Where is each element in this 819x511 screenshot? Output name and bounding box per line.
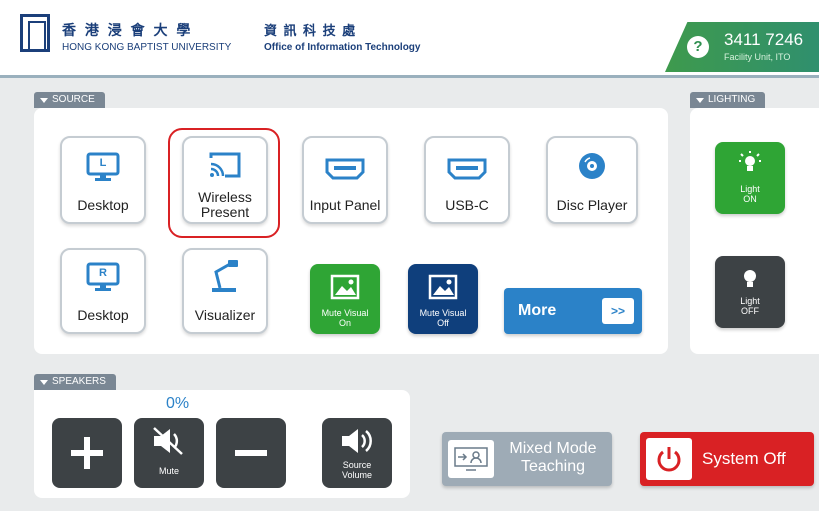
volume-level: 0% bbox=[166, 395, 190, 412]
help-icon[interactable]: ? bbox=[687, 36, 709, 58]
source-desktop-right-label: Desktop bbox=[77, 307, 129, 323]
source-input-panel-label: Input Panel bbox=[309, 197, 381, 213]
lightbulb-off-icon bbox=[744, 270, 756, 287]
university-name-en: HONG KONG BAPTIST UNIVERSITY bbox=[62, 42, 232, 53]
system-off-button[interactable]: System Off bbox=[640, 432, 814, 486]
minus-icon bbox=[235, 450, 267, 456]
visualizer-icon bbox=[212, 260, 238, 292]
mute-button[interactable]: Mute bbox=[134, 418, 204, 488]
source-desktop-right-button[interactable]: R Desktop bbox=[60, 248, 146, 334]
monitor-letter: L bbox=[99, 157, 107, 169]
speakers-tab[interactable]: SPEAKERS bbox=[34, 374, 116, 390]
source-tab[interactable]: SOURCE bbox=[34, 92, 105, 108]
plus-icon bbox=[71, 437, 103, 469]
lighting-tab[interactable]: LIGHTING bbox=[690, 92, 766, 108]
mixed-mode-teaching-button[interactable]: Mixed Mode Teaching bbox=[442, 432, 612, 486]
teaching-icon bbox=[454, 447, 488, 471]
monitor-letter: R bbox=[99, 267, 107, 279]
mute-visual-on-label: Mute Visual On bbox=[321, 308, 369, 328]
power-icon bbox=[657, 447, 681, 472]
source-input-panel-button[interactable]: Input Panel bbox=[302, 136, 388, 224]
volume-up-button[interactable] bbox=[52, 418, 122, 488]
mixed-mode-label: Mixed Mode Teaching bbox=[509, 440, 597, 475]
help-phone-number: 3411 7246 bbox=[724, 30, 804, 49]
source-desktop-left-label: Desktop bbox=[77, 197, 129, 213]
source-volume-label: Source Volume bbox=[341, 460, 373, 480]
source-usb-c-label: USB-C bbox=[445, 197, 489, 213]
speaker-icon bbox=[342, 429, 372, 453]
highlight-ring bbox=[168, 128, 280, 238]
hdmi-icon bbox=[325, 158, 365, 180]
mute-visual-off-button[interactable]: Mute Visual Off bbox=[408, 264, 478, 334]
source-visualizer-button[interactable]: Visualizer bbox=[182, 248, 268, 334]
image-icon bbox=[428, 274, 458, 300]
speaker-mute-icon bbox=[153, 427, 183, 455]
more-arrow-icon: >> bbox=[602, 298, 634, 324]
image-icon bbox=[330, 274, 360, 300]
office-name-en: Office of Information Technology bbox=[264, 42, 421, 53]
office-name-cn: 資 訊 科 技 處 bbox=[264, 24, 357, 39]
source-desktop-left-button[interactable]: L Desktop bbox=[60, 136, 146, 224]
volume-down-button[interactable] bbox=[216, 418, 286, 488]
more-button[interactable]: More >> bbox=[504, 288, 642, 334]
mute-visual-off-label: Mute Visual Off bbox=[419, 308, 467, 328]
power-icon-bg bbox=[646, 438, 692, 480]
source-disc-player-label: Disc Player bbox=[556, 197, 628, 213]
mute-label: Mute bbox=[158, 466, 179, 476]
disc-icon bbox=[579, 153, 605, 179]
mixed-mode-icon-bg bbox=[448, 440, 494, 478]
system-off-label: System Off bbox=[702, 449, 786, 468]
light-on-label: Light ON bbox=[740, 184, 760, 204]
light-off-button[interactable]: Light OFF bbox=[715, 256, 785, 328]
mute-visual-on-button[interactable]: Mute Visual On bbox=[310, 264, 380, 334]
light-off-label: Light OFF bbox=[740, 296, 760, 316]
hkbu-logo bbox=[20, 14, 50, 52]
hdmi-icon bbox=[447, 158, 487, 180]
source-visualizer-label: Visualizer bbox=[194, 307, 256, 323]
lightbulb-on-icon bbox=[739, 151, 761, 171]
source-volume-button[interactable]: Source Volume bbox=[322, 418, 392, 488]
source-usb-c-button[interactable]: USB-C bbox=[424, 136, 510, 224]
more-label: More bbox=[518, 302, 557, 319]
help-subtitle: Facility Unit, ITO bbox=[724, 52, 791, 62]
light-on-button[interactable]: Light ON bbox=[715, 142, 785, 214]
university-name-cn: 香 港 浸 會 大 學 bbox=[62, 23, 193, 39]
source-disc-player-button[interactable]: Disc Player bbox=[546, 136, 638, 224]
